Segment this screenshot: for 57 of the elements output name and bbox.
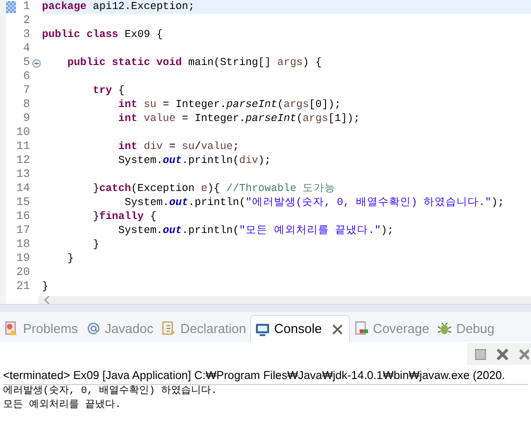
collapse-icon[interactable] (32, 58, 40, 68)
code-line: System.out.println("모든 예외처리를 끝냈다."); (117, 224, 395, 238)
code-line: } (66, 252, 75, 266)
code-line: public class Ex09 { (42, 28, 164, 42)
line-number: 16 (16, 210, 30, 224)
code-line: int su = Integer.parseInt(args[0]); (117, 98, 342, 112)
declaration-icon (161, 321, 176, 336)
monitor-icon (255, 322, 270, 336)
at-sign-icon (86, 321, 101, 336)
line-number: 6 (22, 70, 30, 84)
view-tab[interactable]: Javadoc (82, 315, 158, 342)
console-header: <terminated> Ex09 [Java Application] C:₩Program Files₩Java₩jdk-14.0.1₩bin₩javaw.exe (2020. (3, 368, 528, 385)
line-number: 5 (22, 56, 30, 70)
line-number: 20 (16, 266, 30, 280)
code-line: public static void main(String[] args) { (66, 56, 323, 70)
line-number: 7 (22, 84, 30, 98)
scroll-left-icon[interactable] (43, 296, 51, 304)
view-tab[interactable]: Problems (0, 315, 82, 342)
bug-icon (437, 321, 452, 336)
remove-all-icon[interactable] (519, 347, 529, 361)
code-line: }finally { (92, 210, 158, 224)
view-tab[interactable]: Debug (433, 315, 498, 342)
line-number: 12 (16, 154, 30, 168)
line-number: 9 (22, 112, 30, 126)
code-line: System.out.println(div); (117, 154, 272, 168)
view-tab[interactable]: Declaration (157, 315, 250, 342)
line-number: 8 (22, 98, 30, 112)
line-number: 15 (16, 196, 30, 210)
problems-icon (4, 321, 19, 336)
line-number: 18 (16, 238, 30, 252)
line-number: 17 (16, 224, 30, 238)
line-number: 4 (22, 42, 30, 56)
view-tab[interactable]: Coverage (350, 315, 434, 342)
code-line: System.out.println("에러발생(숫자, 0, 배열수확인) 하였습니다."); (124, 196, 506, 210)
line-number: 3 (22, 28, 30, 42)
view-tab[interactable]: Console (250, 315, 350, 342)
code-line: }catch(Exception e){ //Throwable 도가능 (92, 182, 337, 196)
code-line: int value = Integer.parseInt(args[1]); (117, 112, 361, 126)
line-number: 2 (22, 14, 30, 28)
stop-icon[interactable] (475, 348, 486, 360)
code-line: } (92, 238, 100, 252)
close-icon[interactable] (332, 324, 343, 334)
line-number: 14 (16, 182, 30, 196)
line-number: 11 (16, 140, 30, 154)
code-line: } (42, 280, 50, 294)
remove-icon[interactable] (496, 348, 509, 360)
line-number: 13 (16, 168, 30, 182)
current-line-marker-icon (6, 1, 16, 13)
code-line: int div = su/value; (117, 140, 240, 154)
console-output-line: 에러발생(숫자, 0, 배열수확인) 하였습니다. (3, 385, 218, 399)
coverage-icon (354, 321, 369, 336)
console-output-line: 모든 예외처리를 끝냈다. (3, 399, 122, 413)
code-line: try { (92, 84, 126, 98)
line-number: 1 (22, 0, 30, 14)
line-number: 10 (16, 126, 30, 140)
line-number: 21 (16, 280, 30, 294)
line-number: 19 (16, 252, 30, 266)
